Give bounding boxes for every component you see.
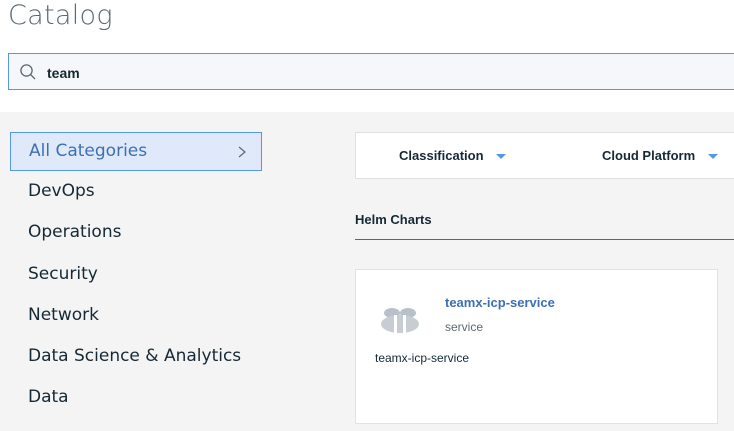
- sidebar-item-label: DevOps: [28, 181, 95, 201]
- filter-bar: Classification Cloud Platform: [355, 132, 734, 179]
- card-subtitle: service: [445, 320, 484, 334]
- cloud-platform-filter-label: Cloud Platform: [602, 148, 696, 163]
- card-description: teamx-icp-service: [375, 351, 470, 365]
- category-sidebar: All Categories DevOps Operations Securit…: [10, 132, 270, 419]
- cloud-platform-filter-dropdown[interactable]: Cloud Platform: [602, 148, 718, 163]
- search-icon: [20, 64, 36, 80]
- sidebar-item-label: Network: [28, 304, 99, 325]
- sidebar-item-network[interactable]: Network: [10, 295, 270, 336]
- caret-down-icon: [496, 154, 507, 160]
- search-input[interactable]: [45, 60, 709, 86]
- sidebar-item-all-categories[interactable]: All Categories: [10, 132, 262, 171]
- sidebar-item-operations[interactable]: Operations: [10, 212, 270, 253]
- sidebar-item-label: All Categories: [29, 141, 148, 161]
- search-box[interactable]: [8, 53, 734, 90]
- classification-filter-dropdown[interactable]: Classification: [399, 148, 507, 163]
- section-divider: [355, 239, 734, 240]
- page-title: Catalog: [8, 0, 113, 31]
- chevron-right-icon: [238, 146, 246, 158]
- sidebar-item-data[interactable]: Data: [10, 377, 270, 418]
- sidebar-item-label: Data: [28, 387, 69, 408]
- sidebar-item-security[interactable]: Security: [10, 254, 270, 295]
- card-title: teamx-icp-service: [445, 295, 555, 310]
- catalog-card[interactable]: teamx-icp-service service teamx-icp-serv…: [355, 269, 718, 424]
- sidebar-item-data-science-analytics[interactable]: Data Science & Analytics: [10, 336, 270, 377]
- sidebar-item-label: Data Science & Analytics: [28, 346, 242, 367]
- sidebar-item-label: Security: [28, 263, 98, 284]
- bee-logo-icon: [381, 308, 419, 333]
- classification-filter-label: Classification: [399, 148, 484, 163]
- sidebar-item-devops[interactable]: DevOps: [10, 171, 270, 212]
- catalog-header: Catalog: [0, 0, 734, 112]
- caret-down-icon: [707, 154, 718, 160]
- section-title: Helm Charts: [355, 212, 432, 227]
- sidebar-item-label: Operations: [28, 222, 122, 243]
